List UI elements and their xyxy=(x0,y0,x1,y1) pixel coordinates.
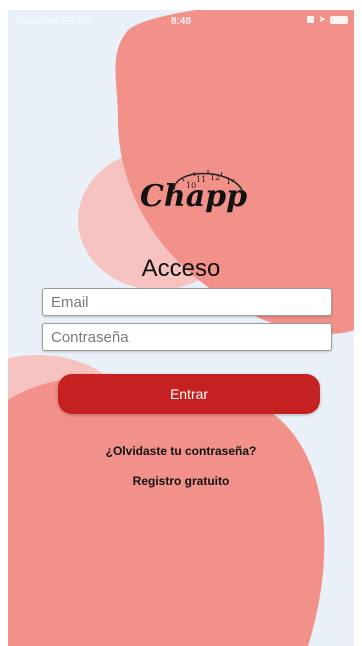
forgot-password-link[interactable]: ¿Olvidaste tu contraseña? xyxy=(8,444,354,458)
page-title: Acceso xyxy=(141,255,221,282)
status-bar: vodafone ES 4G 8:48 ➤ xyxy=(8,10,354,32)
email-field[interactable] xyxy=(42,288,332,316)
battery-icon xyxy=(330,15,348,24)
app-logo: 10 11 12 1 Chapp xyxy=(140,170,247,214)
logo-text: Chapp xyxy=(140,179,247,214)
app-screen: vodafone ES 4G 8:48 ➤ 10 11 12 1 Chapp A… xyxy=(8,10,354,646)
clock-time: 8:48 xyxy=(170,16,191,27)
password-field[interactable] xyxy=(42,323,332,351)
status-icons: ➤ xyxy=(307,15,348,24)
location-icon: ➤ xyxy=(318,14,326,24)
login-button[interactable]: Entrar xyxy=(58,374,320,414)
register-link[interactable]: Registro gratuito xyxy=(8,474,354,488)
lock-icon xyxy=(307,16,315,23)
